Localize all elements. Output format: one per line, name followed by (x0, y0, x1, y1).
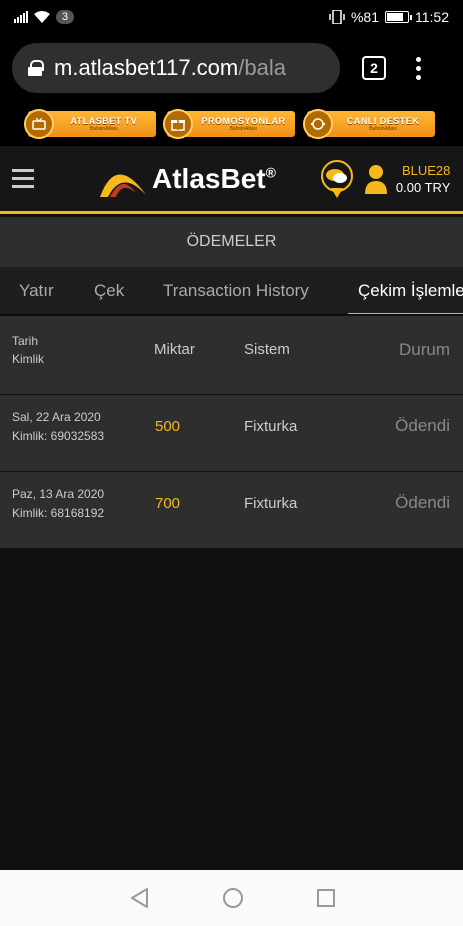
atlasbet-logo[interactable]: AtlasBet® (98, 159, 276, 199)
tv-icon (23, 109, 54, 139)
row-id: Kimlik: 68168192 (12, 506, 105, 520)
promo-promosyonlar[interactable]: PROMOSYONLAR BahsinAtlası (163, 109, 296, 139)
site-header: AtlasBet® BLUE28 0.00 TRY (0, 146, 463, 214)
logo-mark-icon (100, 173, 146, 197)
account-info[interactable]: BLUE28 0.00 TRY (396, 162, 450, 196)
tab-transaction-history[interactable]: Transaction History (163, 267, 309, 314)
header-system: Sistem (244, 341, 290, 358)
header-id: Kimlik (12, 352, 44, 366)
row-status: Ödendi (395, 493, 450, 512)
status-bar: 3 %81 11:52 (0, 0, 463, 34)
balance: 0.00 TRY (395, 179, 451, 195)
more-options-icon[interactable] (416, 56, 421, 80)
system-nav-bar (0, 870, 463, 926)
support-icon (303, 109, 334, 139)
tab-switcher-button[interactable]: 2 (362, 56, 386, 80)
promo-title: ATLASBET TV (70, 116, 138, 126)
table-row: Sal, 22 Ara 2020 Kimlik: 69032583 500 Fi… (0, 395, 463, 471)
notification-count: 3 (56, 10, 75, 24)
signal-icon (14, 11, 28, 23)
row-system: Fixturka (244, 418, 298, 435)
address-bar[interactable]: m.atlasbet117.com/bala (12, 43, 340, 93)
hamburger-menu-icon[interactable] (12, 169, 34, 188)
home-icon[interactable] (222, 888, 243, 908)
back-icon[interactable] (129, 887, 149, 909)
row-status: Ödendi (395, 416, 450, 435)
header-status: Durum (398, 340, 450, 359)
user-icon[interactable] (364, 164, 388, 194)
battery-percent: %81 (350, 9, 379, 25)
lock-icon (28, 60, 44, 76)
browser-toolbar: m.atlasbet117.com/bala 2 (0, 34, 463, 102)
row-date: Paz, 13 Ara 2020 (12, 487, 105, 501)
battery-icon (385, 11, 412, 23)
promo-subtitle: BahsinAtlası (89, 126, 118, 132)
tab-cek[interactable]: Çek (94, 267, 124, 314)
promo-atlasbet-tv[interactable]: ATLASBET TV BahsinAtlası (23, 109, 156, 139)
promo-title: CANLI DESTEK (346, 116, 420, 126)
row-date: Sal, 22 Ara 2020 (12, 410, 101, 424)
gift-icon (163, 109, 194, 139)
wifi-icon (34, 11, 50, 23)
row-amount: 700 (155, 495, 181, 512)
url-host: m.atlasbet117.com (54, 55, 239, 80)
table-header: Tarih Kimlik Miktar Sistem Durum (0, 316, 463, 394)
tab-cekim-islemleri[interactable]: Çekim İşlemleri (348, 267, 463, 314)
payment-tabs: Yatır Çek Transaction History Çekim İşle… (0, 267, 463, 315)
row-system: Fixturka (244, 495, 298, 512)
url-path: /bala (238, 55, 286, 80)
logo-text: AtlasBet (152, 162, 266, 194)
vibrate-icon (329, 10, 345, 24)
promo-subtitle: BahsinAtlası (229, 126, 258, 132)
page-title: ÖDEMELER (0, 217, 463, 267)
recent-apps-icon[interactable] (316, 889, 335, 907)
live-chat-icon[interactable] (320, 159, 354, 198)
promo-subtitle: BahsinAtlası (369, 126, 398, 132)
row-id: Kimlik: 69032583 (12, 429, 105, 443)
row-amount: 500 (155, 418, 181, 435)
table-row: Paz, 13 Ara 2020 Kimlik: 68168192 700 Fi… (0, 472, 463, 548)
promo-banner-row: ATLASBET TV BahsinAtlası PROMOSYONLAR Ba… (0, 102, 463, 146)
header-date: Tarih (12, 334, 39, 348)
clock: 11:52 (415, 9, 449, 25)
header-amount: Miktar (154, 341, 195, 358)
username: BLUE28 (401, 162, 451, 178)
logo-registered: ® (265, 164, 276, 181)
empty-content-area (0, 548, 463, 870)
promo-title: PROMOSYONLAR (201, 116, 286, 126)
promo-canli-destek[interactable]: CANLI DESTEK BahsinAtlası (303, 109, 436, 139)
tab-yatir[interactable]: Yatır (19, 267, 54, 314)
